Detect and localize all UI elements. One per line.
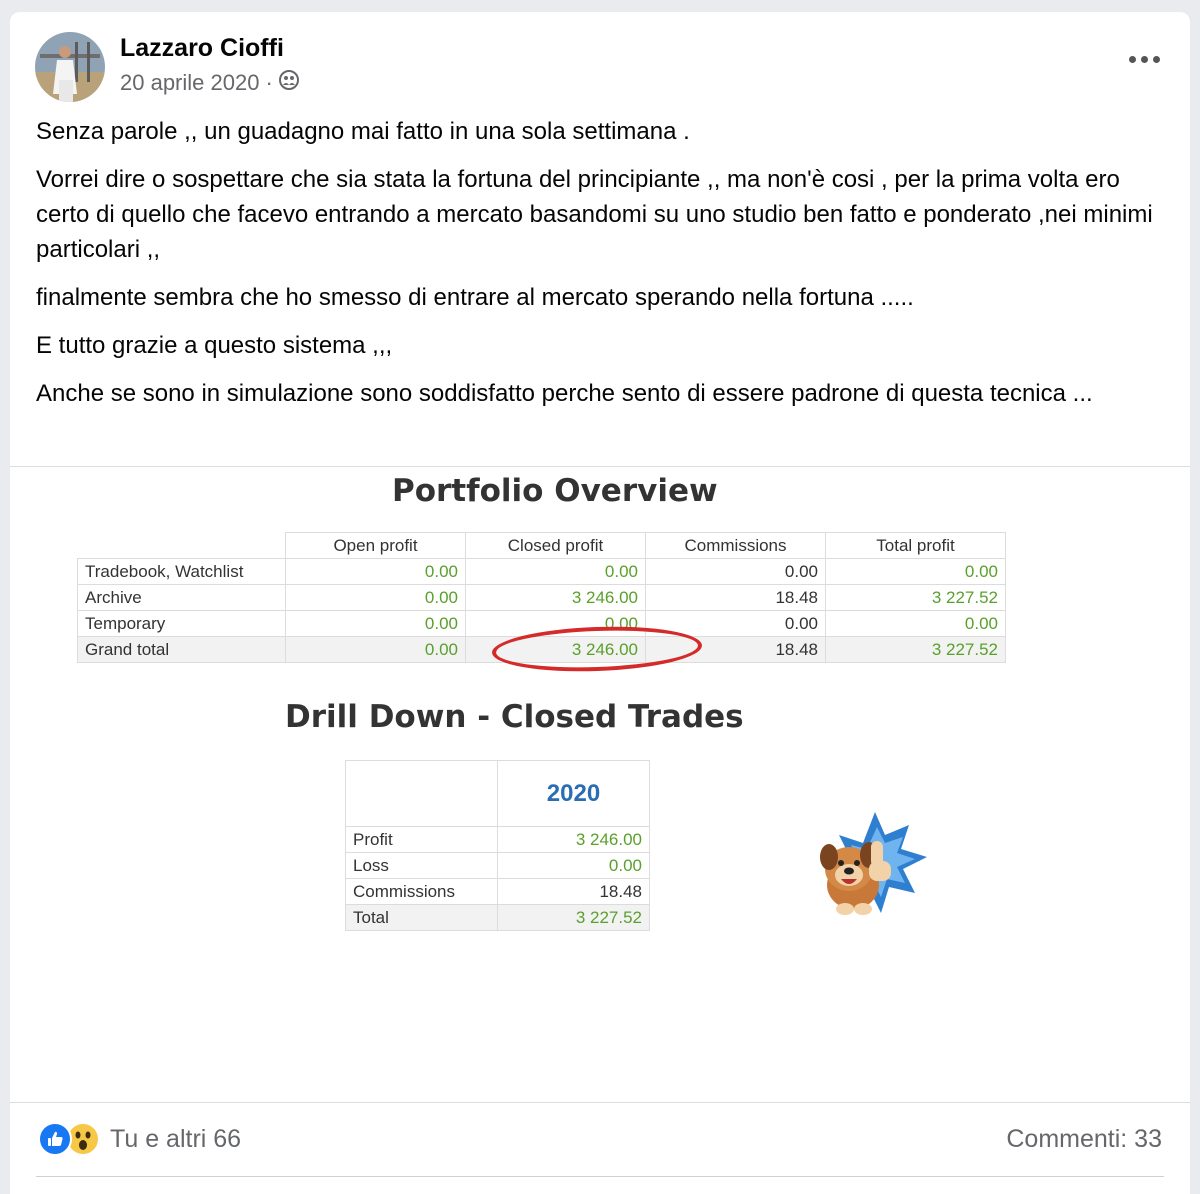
table-row: Archive 0.00 3 246.00 18.48 3 227.52 xyxy=(77,584,1006,611)
cell-open: 0.00 xyxy=(285,610,466,637)
row-value: 3 227.52 xyxy=(497,904,650,931)
cell-closed: 3 246.00 xyxy=(465,584,646,611)
table-row-total: Total 3 227.52 xyxy=(345,904,650,931)
divider xyxy=(36,1176,1164,1177)
col-header: Closed profit xyxy=(465,532,646,559)
year-header: 2020 xyxy=(497,760,650,827)
drilldown-title: Drill Down - Closed Trades xyxy=(285,699,744,735)
reactions-summary[interactable]: Tu e altri 66 xyxy=(38,1122,241,1156)
post-date[interactable]: 20 aprile 2020 · xyxy=(120,70,273,96)
post-paragraph: E tutto grazie a questo sistema ,,, xyxy=(36,332,393,359)
row-label: Total xyxy=(345,904,498,931)
cell-total: 0.00 xyxy=(825,558,1006,585)
row-value: 0.00 xyxy=(497,852,650,879)
author-name[interactable]: Lazzaro Cioffi xyxy=(120,34,284,63)
reactions-count[interactable]: Tu e altri 66 xyxy=(110,1125,241,1154)
like-icon[interactable] xyxy=(38,1122,72,1156)
table-row: Profit 3 246.00 xyxy=(345,826,650,853)
cell-commissions: 18.48 xyxy=(645,584,826,611)
row-value: 3 246.00 xyxy=(497,826,650,853)
post-paragraph: Vorrei dire o sospettare che sia stata l… xyxy=(36,166,1153,263)
row-label: Profit xyxy=(345,826,498,853)
divider xyxy=(10,1102,1190,1103)
drilldown-table: 2020 Profit 3 246.00 Loss 0.00 Commissio… xyxy=(345,760,650,931)
table-row: Commissions 18.48 xyxy=(345,878,650,905)
post-text: Senza parole ,, un guadagno mai fatto in… xyxy=(36,114,1156,424)
cell-total: 3 227.52 xyxy=(825,636,1006,663)
col-header: Open profit xyxy=(285,532,466,559)
row-label: Commissions xyxy=(345,878,498,905)
header-blank xyxy=(345,760,498,827)
post-paragraph: Senza parole ,, un guadagno mai fatto in… xyxy=(36,118,690,145)
friends-icon[interactable] xyxy=(278,70,299,96)
post-image[interactable]: Portfolio Overview Open profit Closed pr… xyxy=(10,467,1190,1102)
post-meta: 20 aprile 2020 · xyxy=(120,70,299,96)
row-label: Temporary xyxy=(77,610,286,637)
col-header: Commissions xyxy=(645,532,826,559)
cell-closed: 0.00 xyxy=(465,558,646,585)
comments-count[interactable]: Commenti: 33 xyxy=(1006,1125,1162,1154)
row-label: Tradebook, Watchlist xyxy=(77,558,286,585)
col-header: Total profit xyxy=(825,532,1006,559)
table-row: Tradebook, Watchlist 0.00 0.00 0.00 0.00 xyxy=(77,558,1006,585)
portfolio-title: Portfolio Overview xyxy=(392,473,718,509)
row-value: 18.48 xyxy=(497,878,650,905)
cell-total: 3 227.52 xyxy=(825,584,1006,611)
cell-open: 0.00 xyxy=(285,584,466,611)
post-paragraph: Anche se sono in simulazione sono soddis… xyxy=(36,380,1093,407)
row-label: Loss xyxy=(345,852,498,879)
row-label: Archive xyxy=(77,584,286,611)
post-card: Lazzaro Cioffi 20 aprile 2020 · Senza pa… xyxy=(10,12,1190,1194)
cell-open: 0.00 xyxy=(285,558,466,585)
author-avatar[interactable] xyxy=(35,32,105,102)
post-paragraph: finalmente sembra che ho smesso di entra… xyxy=(36,284,914,311)
cell-commissions: 0.00 xyxy=(645,558,826,585)
table-row: Loss 0.00 xyxy=(345,852,650,879)
cell-total: 0.00 xyxy=(825,610,1006,637)
more-options-icon[interactable] xyxy=(1129,56,1160,63)
thumbs-up-dog-sticker xyxy=(805,807,930,922)
header-blank xyxy=(77,532,286,559)
row-label: Grand total xyxy=(77,636,286,663)
cell-open: 0.00 xyxy=(285,636,466,663)
